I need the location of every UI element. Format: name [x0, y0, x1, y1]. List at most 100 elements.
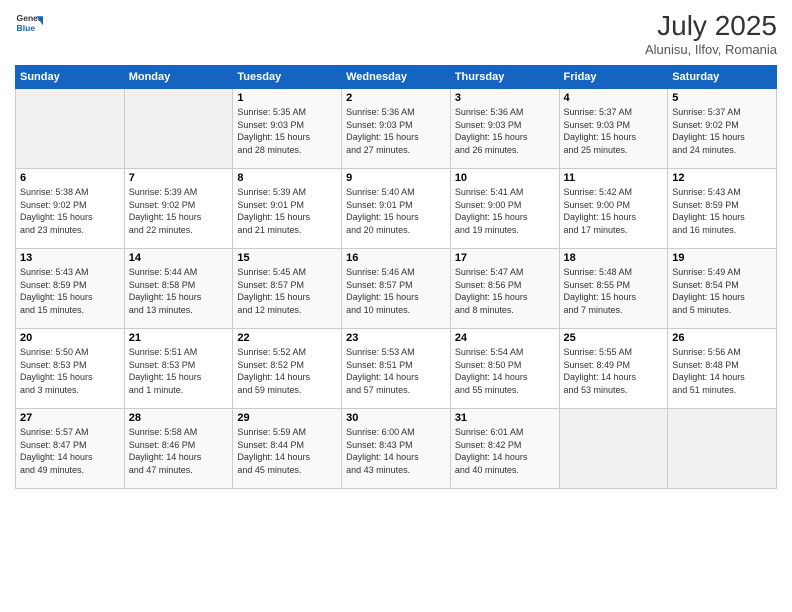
calendar-cell: [668, 409, 777, 489]
col-sunday: Sunday: [16, 66, 125, 89]
calendar-cell: 8 Sunrise: 5:39 AM Sunset: 9:01 PM Daylig…: [233, 169, 342, 249]
day-number: 25: [564, 332, 664, 344]
day-info: Sunrise: 5:41 AM Sunset: 9:00 PM Dayligh…: [455, 186, 555, 236]
day-info: Sunrise: 5:36 AM Sunset: 9:03 PM Dayligh…: [455, 106, 555, 156]
day-info: Sunrise: 5:56 AM Sunset: 8:48 PM Dayligh…: [672, 346, 772, 396]
day-info: Sunrise: 5:52 AM Sunset: 8:52 PM Dayligh…: [237, 346, 337, 396]
day-info: Sunrise: 5:37 AM Sunset: 9:03 PM Dayligh…: [564, 106, 664, 156]
location-subtitle: Alunisu, Ilfov, Romania: [645, 42, 777, 57]
day-info: Sunrise: 5:45 AM Sunset: 8:57 PM Dayligh…: [237, 266, 337, 316]
calendar-cell: 4 Sunrise: 5:37 AM Sunset: 9:03 PM Daylig…: [559, 89, 668, 169]
calendar-cell: 20 Sunrise: 5:50 AM Sunset: 8:53 PM Dayli…: [16, 329, 125, 409]
calendar-cell: 16 Sunrise: 5:46 AM Sunset: 8:57 PM Dayli…: [342, 249, 451, 329]
day-info: Sunrise: 5:40 AM Sunset: 9:01 PM Dayligh…: [346, 186, 446, 236]
day-number: 26: [672, 332, 772, 344]
day-info: Sunrise: 5:59 AM Sunset: 8:44 PM Dayligh…: [237, 426, 337, 476]
calendar-cell: [16, 89, 125, 169]
calendar-cell: 2 Sunrise: 5:36 AM Sunset: 9:03 PM Daylig…: [342, 89, 451, 169]
col-tuesday: Tuesday: [233, 66, 342, 89]
day-info: Sunrise: 5:44 AM Sunset: 8:58 PM Dayligh…: [129, 266, 229, 316]
day-number: 2: [346, 92, 446, 104]
day-number: 30: [346, 412, 446, 424]
logo-icon: General Blue: [15, 10, 43, 38]
logo: General Blue: [15, 10, 43, 38]
calendar-cell: 23 Sunrise: 5:53 AM Sunset: 8:51 PM Dayli…: [342, 329, 451, 409]
day-info: Sunrise: 5:39 AM Sunset: 9:02 PM Dayligh…: [129, 186, 229, 236]
calendar-week-3: 13 Sunrise: 5:43 AM Sunset: 8:59 PM Dayli…: [16, 249, 777, 329]
day-info: Sunrise: 5:50 AM Sunset: 8:53 PM Dayligh…: [20, 346, 120, 396]
calendar-cell: 12Sunrise: 5:43 AM Sunset: 8:59 PM Dayli…: [668, 169, 777, 249]
calendar-week-2: 6 Sunrise: 5:38 AM Sunset: 9:02 PM Daylig…: [16, 169, 777, 249]
calendar-cell: 21Sunrise: 5:51 AM Sunset: 8:53 PM Dayli…: [124, 329, 233, 409]
day-number: 7: [129, 172, 229, 184]
day-number: 24: [455, 332, 555, 344]
svg-text:Blue: Blue: [17, 23, 36, 33]
day-number: 6: [20, 172, 120, 184]
calendar-cell: 7 Sunrise: 5:39 AM Sunset: 9:02 PM Daylig…: [124, 169, 233, 249]
calendar: Sunday Monday Tuesday Wednesday Thursday…: [15, 65, 777, 489]
month-year-title: July 2025: [645, 10, 777, 42]
calendar-week-4: 20 Sunrise: 5:50 AM Sunset: 8:53 PM Dayli…: [16, 329, 777, 409]
day-number: 5: [672, 92, 772, 104]
calendar-cell: 27Sunrise: 5:57 AM Sunset: 8:47 PM Dayli…: [16, 409, 125, 489]
day-number: 19: [672, 252, 772, 264]
title-block: July 2025 Alunisu, Ilfov, Romania: [645, 10, 777, 57]
day-number: 4: [564, 92, 664, 104]
calendar-cell: 22 Sunrise: 5:52 AM Sunset: 8:52 PM Dayli…: [233, 329, 342, 409]
day-number: 28: [129, 412, 229, 424]
page: General Blue July 2025 Alunisu, Ilfov, R…: [0, 0, 792, 612]
calendar-cell: 5 Sunrise: 5:37 AM Sunset: 9:02 PM Daylig…: [668, 89, 777, 169]
day-info: Sunrise: 5:54 AM Sunset: 8:50 PM Dayligh…: [455, 346, 555, 396]
col-saturday: Saturday: [668, 66, 777, 89]
day-number: 8: [237, 172, 337, 184]
day-info: Sunrise: 5:35 AM Sunset: 9:03 PM Dayligh…: [237, 106, 337, 156]
day-number: 15: [237, 252, 337, 264]
day-info: Sunrise: 5:53 AM Sunset: 8:51 PM Dayligh…: [346, 346, 446, 396]
calendar-cell: 29Sunrise: 5:59 AM Sunset: 8:44 PM Dayli…: [233, 409, 342, 489]
day-info: Sunrise: 5:47 AM Sunset: 8:56 PM Dayligh…: [455, 266, 555, 316]
day-info: Sunrise: 5:36 AM Sunset: 9:03 PM Dayligh…: [346, 106, 446, 156]
calendar-cell: 6 Sunrise: 5:38 AM Sunset: 9:02 PM Daylig…: [16, 169, 125, 249]
day-info: Sunrise: 5:37 AM Sunset: 9:02 PM Dayligh…: [672, 106, 772, 156]
calendar-cell: 10 Sunrise: 5:41 AM Sunset: 9:00 PM Dayli…: [450, 169, 559, 249]
day-number: 23: [346, 332, 446, 344]
calendar-cell: 26 Sunrise: 5:56 AM Sunset: 8:48 PM Dayli…: [668, 329, 777, 409]
day-number: 1: [237, 92, 337, 104]
day-number: 31: [455, 412, 555, 424]
calendar-cell: 17 Sunrise: 5:47 AM Sunset: 8:56 PM Dayli…: [450, 249, 559, 329]
day-number: 22: [237, 332, 337, 344]
day-info: Sunrise: 5:58 AM Sunset: 8:46 PM Dayligh…: [129, 426, 229, 476]
day-info: Sunrise: 5:39 AM Sunset: 9:01 PM Dayligh…: [237, 186, 337, 236]
calendar-cell: 30Sunrise: 6:00 AM Sunset: 8:43 PM Dayli…: [342, 409, 451, 489]
col-thursday: Thursday: [450, 66, 559, 89]
day-info: Sunrise: 5:51 AM Sunset: 8:53 PM Dayligh…: [129, 346, 229, 396]
day-info: Sunrise: 5:46 AM Sunset: 8:57 PM Dayligh…: [346, 266, 446, 316]
day-info: Sunrise: 5:38 AM Sunset: 9:02 PM Dayligh…: [20, 186, 120, 236]
day-info: Sunrise: 5:42 AM Sunset: 9:00 PM Dayligh…: [564, 186, 664, 236]
calendar-cell: 9Sunrise: 5:40 AM Sunset: 9:01 PM Daylig…: [342, 169, 451, 249]
day-number: 20: [20, 332, 120, 344]
calendar-cell: 31 Sunrise: 6:01 AM Sunset: 8:42 PM Dayli…: [450, 409, 559, 489]
day-number: 18: [564, 252, 664, 264]
day-number: 14: [129, 252, 229, 264]
col-monday: Monday: [124, 66, 233, 89]
calendar-cell: 18Sunrise: 5:48 AM Sunset: 8:55 PM Dayli…: [559, 249, 668, 329]
day-number: 10: [455, 172, 555, 184]
day-number: 13: [20, 252, 120, 264]
calendar-cell: 28 Sunrise: 5:58 AM Sunset: 8:46 PM Dayli…: [124, 409, 233, 489]
calendar-cell: 24 Sunrise: 5:54 AM Sunset: 8:50 PM Dayli…: [450, 329, 559, 409]
header: General Blue July 2025 Alunisu, Ilfov, R…: [15, 10, 777, 57]
day-info: Sunrise: 5:43 AM Sunset: 8:59 PM Dayligh…: [20, 266, 120, 316]
day-number: 16: [346, 252, 446, 264]
calendar-cell: 14 Sunrise: 5:44 AM Sunset: 8:58 PM Dayli…: [124, 249, 233, 329]
day-number: 17: [455, 252, 555, 264]
calendar-cell: 13 Sunrise: 5:43 AM Sunset: 8:59 PM Dayli…: [16, 249, 125, 329]
calendar-cell: [124, 89, 233, 169]
day-info: Sunrise: 5:49 AM Sunset: 8:54 PM Dayligh…: [672, 266, 772, 316]
day-info: Sunrise: 5:43 AM Sunset: 8:59 PM Dayligh…: [672, 186, 772, 236]
day-info: Sunrise: 6:01 AM Sunset: 8:42 PM Dayligh…: [455, 426, 555, 476]
calendar-week-5: 27Sunrise: 5:57 AM Sunset: 8:47 PM Dayli…: [16, 409, 777, 489]
calendar-cell: 1 Sunrise: 5:35 AM Sunset: 9:03 PM Daylig…: [233, 89, 342, 169]
calendar-cell: 11Sunrise: 5:42 AM Sunset: 9:00 PM Dayli…: [559, 169, 668, 249]
day-number: 3: [455, 92, 555, 104]
